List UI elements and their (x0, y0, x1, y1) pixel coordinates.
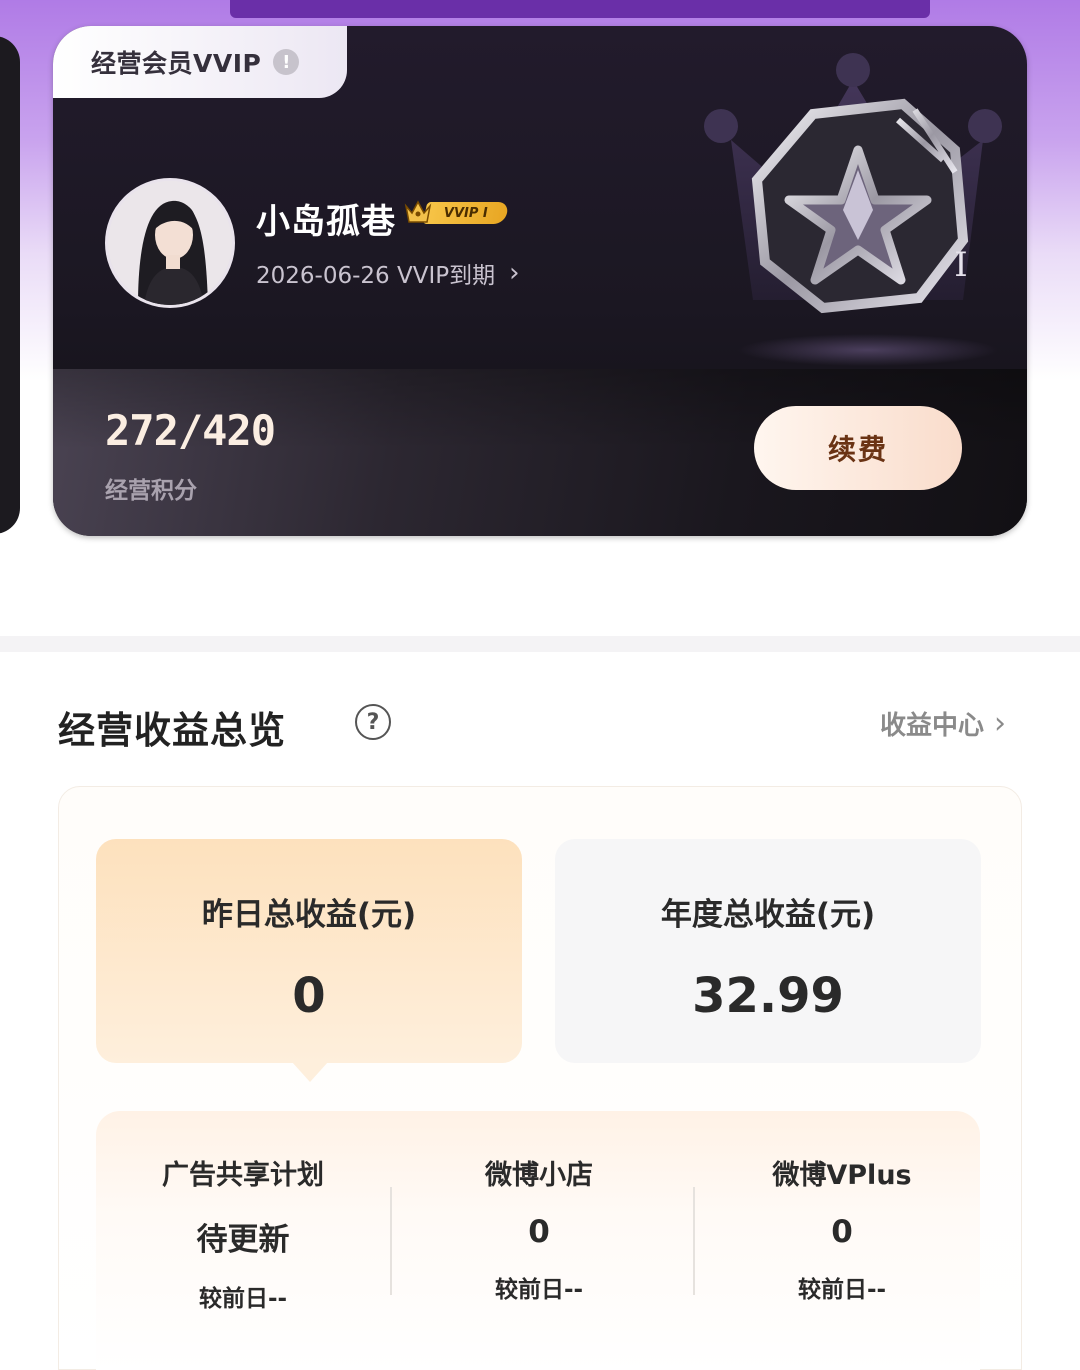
earnings-center-label: 收益中心 (880, 711, 985, 741)
breakdown-change: 较前日-- (797, 1277, 887, 1303)
star-badge-icon: I (704, 53, 1002, 366)
vvip-level-badge: VVIP I (403, 198, 510, 226)
breakdown-value: 0 (831, 1214, 853, 1250)
tier-label: 经营会员VVIP (91, 49, 262, 78)
breakdown-value: 0 (528, 1214, 550, 1250)
badge-level-mark: I (954, 245, 967, 285)
avatar[interactable] (105, 178, 235, 308)
previous-card-edge[interactable] (0, 36, 20, 534)
expiry-text: 2026-06-26 VVIP到期 (256, 263, 496, 289)
section-separator (0, 636, 1080, 652)
points-value: 272/420 (105, 406, 276, 455)
info-icon[interactable]: ! (273, 49, 300, 75)
user-name: 小岛孤巷 (256, 202, 396, 242)
earnings-breakdown: 广告共享计划 待更新 较前日-- 微博小店 0 较前日-- 微博VPlus 0 … (96, 1111, 980, 1370)
chevron-right-icon: › (509, 258, 520, 288)
breakdown-weibo-vplus[interactable]: 微博VPlus 0 较前日-- (695, 1111, 989, 1331)
vvip-badge-pill: VVIP I (422, 202, 510, 224)
breakdown-change: 较前日-- (198, 1286, 288, 1312)
breakdown-change: 较前日-- (494, 1277, 584, 1303)
yesterday-earnings-value: 0 (292, 968, 326, 1024)
breakdown-label: 微博小店 (485, 1160, 593, 1191)
crown-icon (404, 200, 432, 223)
member-card: 经营会员VVIP ! 小岛孤巷 VVIP I 2026-06-26 VVIP到期… (53, 26, 1027, 536)
help-icon[interactable]: ? (355, 704, 391, 740)
renew-button[interactable]: 续费 (754, 406, 962, 490)
breakdown-label: 广告共享计划 (162, 1160, 324, 1191)
tier-tab: 经营会员VVIP ! (53, 26, 347, 98)
year-earnings-label: 年度总收益(元) (660, 897, 876, 933)
breakdown-weibo-shop[interactable]: 微博小店 0 较前日-- (392, 1111, 686, 1331)
chevron-right-icon: › (994, 706, 1007, 741)
year-earnings-tile[interactable]: 年度总收益(元) 32.99 (555, 839, 981, 1063)
yesterday-earnings-tile[interactable]: 昨日总收益(元) 0 (96, 839, 522, 1082)
year-earnings-value: 32.99 (692, 968, 844, 1024)
points-label: 经营积分 (105, 478, 197, 504)
expiry-link[interactable]: 2026-06-26 VVIP到期 › (256, 256, 520, 290)
breakdown-ad-sharing[interactable]: 广告共享计划 待更新 较前日-- (96, 1111, 390, 1331)
yesterday-earnings-label: 昨日总收益(元) (201, 897, 417, 933)
earnings-title: 经营收益总览 (58, 709, 286, 752)
breakdown-value: 待更新 (196, 1222, 290, 1258)
backdrop-stage (230, 0, 930, 18)
earnings-center-link[interactable]: 收益中心 › (880, 705, 1006, 742)
earnings-panel: 昨日总收益(元) 0 年度总收益(元) 32.99 广告共享计划 待更新 较前日… (58, 786, 1022, 1370)
breakdown-label: 微博VPlus (772, 1160, 912, 1191)
vvip-badge-text: VVIP I (444, 205, 488, 221)
